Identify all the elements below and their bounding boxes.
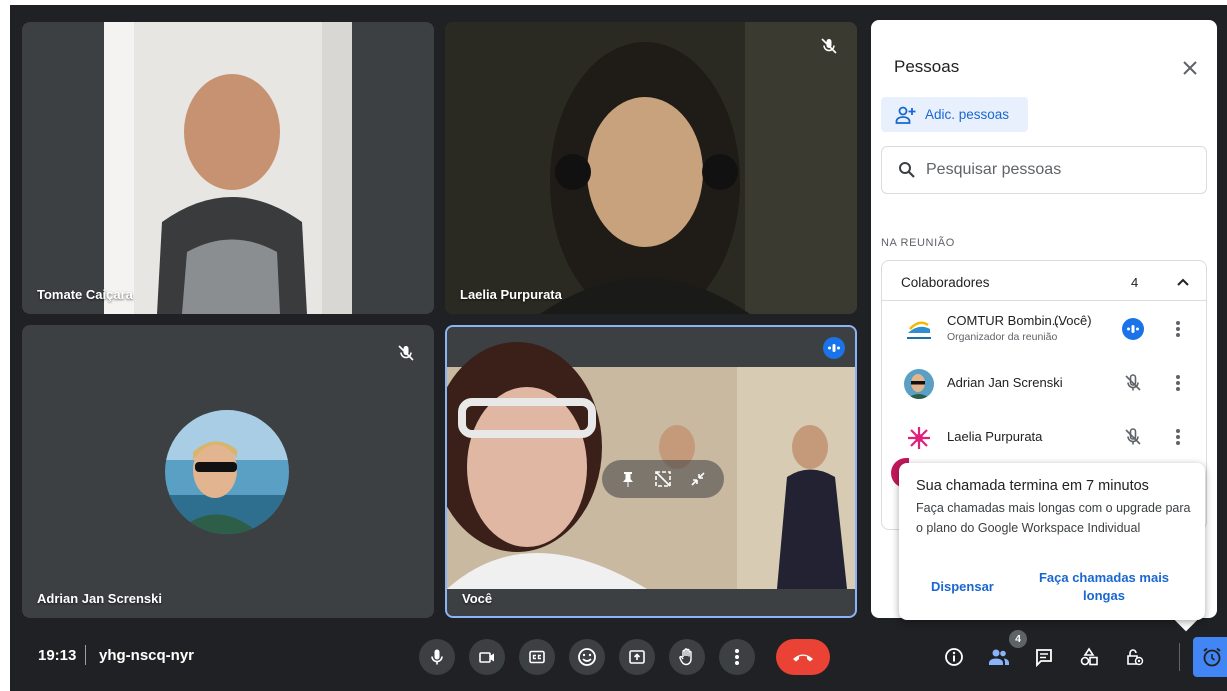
meeting-details-button[interactable]: [940, 643, 968, 671]
person-name: Laelia Purpurata: [947, 429, 1043, 444]
video-tile-tomate[interactable]: Tomate Caiçara: [22, 22, 434, 314]
list-item[interactable]: Laelia Purpurata: [882, 410, 1206, 464]
meeting-code: yhg-nscq-nyr: [99, 647, 195, 664]
more-options-icon[interactable]: [1168, 426, 1188, 448]
activities-icon: [1080, 647, 1098, 666]
info-icon: [945, 648, 963, 666]
upgrade-button[interactable]: Faça chamadas mais longas: [1029, 569, 1179, 605]
participant-name: Tomate Caiçara: [37, 287, 133, 302]
present-icon: [629, 650, 645, 664]
participant-video: [445, 22, 857, 314]
divider: [1179, 643, 1180, 671]
participant-name: Laelia Purpurata: [460, 287, 562, 302]
more-options-icon: [735, 649, 739, 665]
mic-button[interactable]: [419, 639, 455, 675]
camera-button[interactable]: [469, 639, 505, 675]
timer-button[interactable]: [1193, 637, 1227, 677]
raise-hand-icon: [679, 648, 692, 666]
muted-icon: [1125, 428, 1141, 445]
end-call-button[interactable]: [776, 639, 830, 675]
participant-name: Adrian Jan Screnski: [37, 591, 162, 606]
avatar: [904, 369, 934, 399]
screen: Tomate Caiçara Laelia Purpurata Adrian J…: [0, 0, 1227, 691]
panel-title: Pessoas: [894, 57, 960, 76]
popup-title: Sua chamada termina em 7 minutos: [916, 478, 1149, 494]
muted-icon: [1125, 374, 1141, 391]
muted-icon: [398, 345, 414, 361]
more-options-button[interactable]: [719, 639, 755, 675]
search-field[interactable]: [881, 146, 1207, 194]
clock: 19:13: [38, 647, 77, 664]
pin-icon[interactable]: [619, 470, 637, 488]
person-name: Adrian Jan Screnski: [947, 375, 1063, 390]
list-item[interactable]: COMTUR Bombin... (Você) Organizador da r…: [882, 302, 1206, 356]
people-icon: [989, 649, 1009, 665]
mic-icon: [431, 649, 443, 665]
chevron-up-icon[interactable]: [1174, 273, 1192, 291]
video-tile-self[interactable]: Você: [445, 325, 857, 618]
chat-button[interactable]: [1030, 643, 1058, 671]
more-options-icon[interactable]: [1168, 318, 1188, 340]
minimize-icon[interactable]: [689, 470, 707, 488]
search-icon: [899, 162, 915, 178]
raise-hand-button[interactable]: [669, 639, 705, 675]
group-count: 4: [1131, 275, 1139, 290]
timer-icon: [1203, 647, 1221, 667]
speaking-indicator-icon: [823, 337, 845, 359]
activities-button[interactable]: [1075, 643, 1103, 671]
host-controls-icon: [1127, 649, 1144, 666]
close-icon[interactable]: [1178, 56, 1202, 80]
more-options-icon[interactable]: [1168, 372, 1188, 394]
person-you-tag: (Você): [1054, 313, 1092, 328]
tile-hover-controls: [602, 460, 724, 498]
captions-icon: [529, 650, 545, 664]
participant-name: Você: [462, 591, 493, 606]
avatar: [904, 315, 934, 345]
dismiss-button[interactable]: Dispensar: [931, 579, 994, 594]
frame-off-icon[interactable]: [654, 470, 672, 488]
call-limit-popup: Sua chamada termina em 7 minutos Faça ch…: [899, 463, 1205, 620]
add-people-label: Adic. pessoas: [925, 107, 1010, 122]
add-people-button[interactable]: Adic. pessoas: [881, 97, 1028, 132]
speaking-indicator-icon: [1122, 318, 1144, 340]
camera-icon: [479, 652, 494, 663]
people-button[interactable]: [985, 643, 1013, 671]
divider: [85, 645, 86, 665]
present-button[interactable]: [619, 639, 655, 675]
popup-body: Faça chamadas mais longas com o upgrade …: [916, 501, 1191, 535]
emoji-icon: [578, 648, 596, 666]
search-input[interactable]: [926, 161, 1186, 179]
people-count-badge: 4: [1009, 630, 1027, 648]
avatar: [165, 410, 289, 534]
add-person-icon: [895, 106, 916, 124]
video-tile-adrian[interactable]: Adrian Jan Screnski: [22, 325, 434, 618]
self-video: [447, 327, 855, 589]
section-label: NA REUNIÃO: [881, 237, 955, 249]
end-call-icon: [793, 654, 813, 662]
video-tile-laelia[interactable]: Laelia Purpurata: [445, 22, 857, 314]
reactions-button[interactable]: [569, 639, 605, 675]
host-controls-button[interactable]: [1120, 643, 1148, 671]
person-name: COMTUR Bombin...: [947, 313, 1063, 328]
muted-icon: [821, 38, 837, 54]
avatar: [904, 423, 934, 453]
chat-icon: [1036, 649, 1052, 667]
list-item[interactable]: Adrian Jan Screnski: [882, 356, 1206, 410]
collaborators-header[interactable]: Colaboradores 4: [882, 261, 1206, 301]
group-title: Colaboradores: [901, 275, 990, 290]
participant-video: [104, 22, 352, 314]
person-role: Organizador da reunião: [947, 331, 1058, 343]
captions-button[interactable]: [519, 639, 555, 675]
